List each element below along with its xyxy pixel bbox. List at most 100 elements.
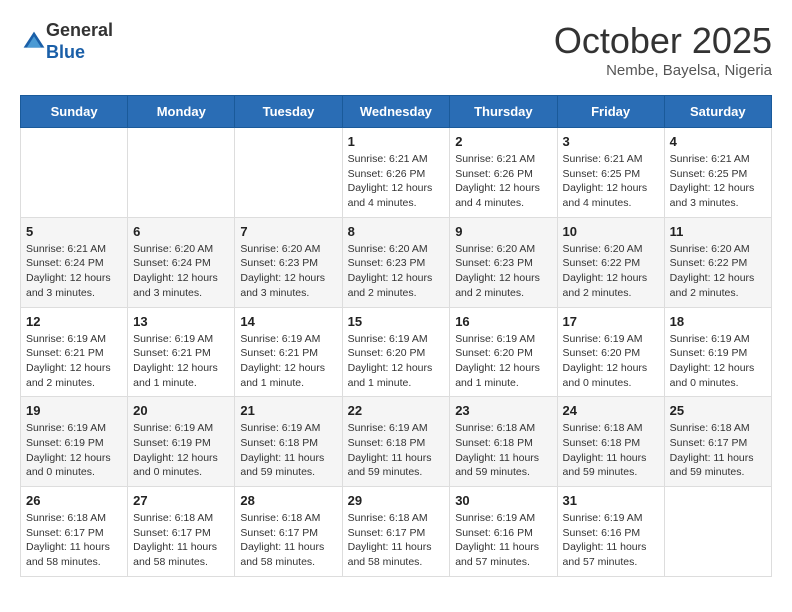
day-number-3: 3: [563, 134, 659, 149]
day-number-12: 12: [26, 314, 122, 329]
day-number-29: 29: [348, 493, 445, 508]
day-info-12: Sunrise: 6:19 AM Sunset: 6:21 PM Dayligh…: [26, 332, 122, 391]
logo: General Blue: [20, 20, 113, 63]
calendar-day-13: 13Sunrise: 6:19 AM Sunset: 6:21 PM Dayli…: [128, 307, 235, 397]
calendar-day-23: 23 Sunrise: 6:18 AM Sunset: 6:18 PM Dayli…: [450, 397, 557, 487]
day-info-14: Sunrise: 6:19 AM Sunset: 6:21 PM Dayligh…: [240, 332, 336, 391]
calendar-day-29: 29 Sunrise: 6:18 AM Sunset: 6:17 PM Dayli…: [342, 487, 450, 577]
day-info-9: Sunrise: 6:20 AM Sunset: 6:23 PM Dayligh…: [455, 242, 551, 301]
day-number-14: 14: [240, 314, 336, 329]
empty-cell: [21, 128, 128, 218]
calendar-day-3: 3 Sunrise: 6:21 AM Sunset: 6:25 PM Daylig…: [557, 128, 664, 218]
day-info-15: Sunrise: 6:19 AM Sunset: 6:20 PM Dayligh…: [348, 332, 445, 391]
calendar-day-1: 1Sunrise: 6:21 AM Sunset: 6:26 PM Daylig…: [342, 128, 450, 218]
day-info-1: Sunrise: 6:21 AM Sunset: 6:26 PM Dayligh…: [348, 152, 445, 211]
calendar-week-3: 12 Sunrise: 6:19 AM Sunset: 6:21 PM Dayli…: [21, 307, 772, 397]
calendar-header: SundayMondayTuesdayWednesdayThursdayFrid…: [21, 96, 772, 128]
calendar-day-2: 2 Sunrise: 6:21 AM Sunset: 6:26 PM Daylig…: [450, 128, 557, 218]
calendar-week-2: 5 Sunrise: 6:21 AM Sunset: 6:24 PM Daylig…: [21, 217, 772, 307]
calendar-day-15: 15 Sunrise: 6:19 AM Sunset: 6:20 PM Dayli…: [342, 307, 450, 397]
calendar-body: 1Sunrise: 6:21 AM Sunset: 6:26 PM Daylig…: [21, 128, 772, 577]
day-info-30: Sunrise: 6:19 AM Sunset: 6:16 PM Dayligh…: [455, 511, 551, 570]
calendar-day-24: 24Sunrise: 6:18 AM Sunset: 6:18 PM Dayli…: [557, 397, 664, 487]
calendar-day-10: 10Sunrise: 6:20 AM Sunset: 6:22 PM Dayli…: [557, 217, 664, 307]
calendar-week-1: 1Sunrise: 6:21 AM Sunset: 6:26 PM Daylig…: [21, 128, 772, 218]
day-number-20: 20: [133, 403, 229, 418]
day-number-2: 2: [455, 134, 551, 149]
header-friday: Friday: [557, 96, 664, 128]
calendar-day-6: 6 Sunrise: 6:20 AM Sunset: 6:24 PM Daylig…: [128, 217, 235, 307]
day-number-22: 22: [348, 403, 445, 418]
day-number-5: 5: [26, 224, 122, 239]
title-area: October 2025 Nembe, Bayelsa, Nigeria: [554, 20, 772, 79]
calendar-day-12: 12 Sunrise: 6:19 AM Sunset: 6:21 PM Dayli…: [21, 307, 128, 397]
day-info-11: Sunrise: 6:20 AM Sunset: 6:22 PM Dayligh…: [670, 242, 766, 301]
calendar-day-4: 4Sunrise: 6:21 AM Sunset: 6:25 PM Daylig…: [664, 128, 771, 218]
day-info-19: Sunrise: 6:19 AM Sunset: 6:19 PM Dayligh…: [26, 421, 122, 480]
header-saturday: Saturday: [664, 96, 771, 128]
day-info-20: Sunrise: 6:19 AM Sunset: 6:19 PM Dayligh…: [133, 421, 229, 480]
day-info-28: Sunrise: 6:18 AM Sunset: 6:17 PM Dayligh…: [240, 511, 336, 570]
day-number-11: 11: [670, 224, 766, 239]
day-info-3: Sunrise: 6:21 AM Sunset: 6:25 PM Dayligh…: [563, 152, 659, 211]
day-number-7: 7: [240, 224, 336, 239]
calendar-week-5: 26Sunrise: 6:18 AM Sunset: 6:17 PM Dayli…: [21, 487, 772, 577]
calendar-day-19: 19 Sunrise: 6:19 AM Sunset: 6:19 PM Dayli…: [21, 397, 128, 487]
day-info-4: Sunrise: 6:21 AM Sunset: 6:25 PM Dayligh…: [670, 152, 766, 211]
day-number-19: 19: [26, 403, 122, 418]
calendar-day-22: 22 Sunrise: 6:19 AM Sunset: 6:18 PM Dayli…: [342, 397, 450, 487]
header-row: SundayMondayTuesdayWednesdayThursdayFrid…: [21, 96, 772, 128]
day-number-15: 15: [348, 314, 445, 329]
calendar-day-9: 9 Sunrise: 6:20 AM Sunset: 6:23 PM Daylig…: [450, 217, 557, 307]
day-info-16: Sunrise: 6:19 AM Sunset: 6:20 PM Dayligh…: [455, 332, 551, 391]
day-number-13: 13: [133, 314, 229, 329]
day-number-18: 18: [670, 314, 766, 329]
day-info-23: Sunrise: 6:18 AM Sunset: 6:18 PM Dayligh…: [455, 421, 551, 480]
day-info-17: Sunrise: 6:19 AM Sunset: 6:20 PM Dayligh…: [563, 332, 659, 391]
day-number-16: 16: [455, 314, 551, 329]
header-wednesday: Wednesday: [342, 96, 450, 128]
header-thursday: Thursday: [450, 96, 557, 128]
month-title: October 2025: [554, 20, 772, 62]
logo-text: General Blue: [46, 20, 113, 63]
day-info-10: Sunrise: 6:20 AM Sunset: 6:22 PM Dayligh…: [563, 242, 659, 301]
page-header: General Blue October 2025 Nembe, Bayelsa…: [20, 20, 772, 79]
day-number-24: 24: [563, 403, 659, 418]
empty-cell: [128, 128, 235, 218]
day-info-21: Sunrise: 6:19 AM Sunset: 6:18 PM Dayligh…: [240, 421, 336, 480]
logo-general: General: [46, 20, 113, 40]
calendar-day-11: 11 Sunrise: 6:20 AM Sunset: 6:22 PM Dayli…: [664, 217, 771, 307]
day-info-27: Sunrise: 6:18 AM Sunset: 6:17 PM Dayligh…: [133, 511, 229, 570]
day-number-23: 23: [455, 403, 551, 418]
logo-blue: Blue: [46, 42, 85, 62]
day-number-17: 17: [563, 314, 659, 329]
calendar-week-4: 19 Sunrise: 6:19 AM Sunset: 6:19 PM Dayli…: [21, 397, 772, 487]
calendar-day-5: 5 Sunrise: 6:21 AM Sunset: 6:24 PM Daylig…: [21, 217, 128, 307]
empty-cell: [235, 128, 342, 218]
day-info-2: Sunrise: 6:21 AM Sunset: 6:26 PM Dayligh…: [455, 152, 551, 211]
header-tuesday: Tuesday: [235, 96, 342, 128]
calendar-day-30: 30Sunrise: 6:19 AM Sunset: 6:16 PM Dayli…: [450, 487, 557, 577]
day-info-25: Sunrise: 6:18 AM Sunset: 6:17 PM Dayligh…: [670, 421, 766, 480]
calendar-day-28: 28 Sunrise: 6:18 AM Sunset: 6:17 PM Dayli…: [235, 487, 342, 577]
day-number-6: 6: [133, 224, 229, 239]
day-info-5: Sunrise: 6:21 AM Sunset: 6:24 PM Dayligh…: [26, 242, 122, 301]
calendar-day-7: 7Sunrise: 6:20 AM Sunset: 6:23 PM Daylig…: [235, 217, 342, 307]
day-info-6: Sunrise: 6:20 AM Sunset: 6:24 PM Dayligh…: [133, 242, 229, 301]
day-info-31: Sunrise: 6:19 AM Sunset: 6:16 PM Dayligh…: [563, 511, 659, 570]
calendar-day-14: 14 Sunrise: 6:19 AM Sunset: 6:21 PM Dayli…: [235, 307, 342, 397]
day-number-9: 9: [455, 224, 551, 239]
calendar-day-20: 20 Sunrise: 6:19 AM Sunset: 6:19 PM Dayli…: [128, 397, 235, 487]
day-number-8: 8: [348, 224, 445, 239]
calendar-table: SundayMondayTuesdayWednesdayThursdayFrid…: [20, 95, 772, 577]
calendar-day-27: 27 Sunrise: 6:18 AM Sunset: 6:17 PM Dayli…: [128, 487, 235, 577]
day-info-22: Sunrise: 6:19 AM Sunset: 6:18 PM Dayligh…: [348, 421, 445, 480]
day-info-29: Sunrise: 6:18 AM Sunset: 6:17 PM Dayligh…: [348, 511, 445, 570]
header-sunday: Sunday: [21, 96, 128, 128]
day-number-31: 31: [563, 493, 659, 508]
day-number-28: 28: [240, 493, 336, 508]
calendar-day-25: 25Sunrise: 6:18 AM Sunset: 6:17 PM Dayli…: [664, 397, 771, 487]
calendar-day-26: 26Sunrise: 6:18 AM Sunset: 6:17 PM Dayli…: [21, 487, 128, 577]
calendar-day-16: 16 Sunrise: 6:19 AM Sunset: 6:20 PM Dayli…: [450, 307, 557, 397]
day-number-27: 27: [133, 493, 229, 508]
